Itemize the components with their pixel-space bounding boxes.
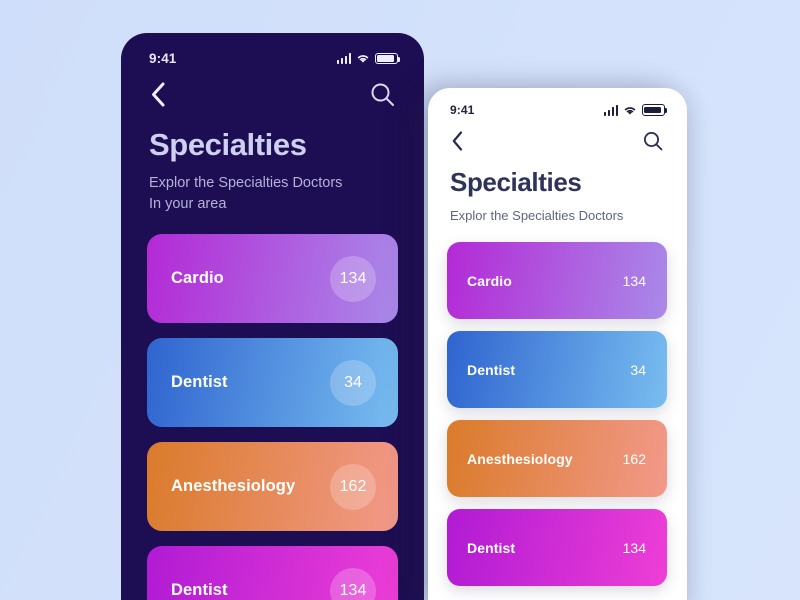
page-subtitle: Explor the Specialties Doctors bbox=[450, 208, 624, 223]
specialty-card[interactable]: Dentist 34 bbox=[447, 331, 667, 409]
specialty-name: Cardio bbox=[171, 269, 224, 288]
specialty-name: Dentist bbox=[467, 361, 516, 378]
specialty-count-badge: 134 bbox=[330, 255, 376, 302]
specialty-name: Dentist bbox=[171, 581, 228, 600]
specialty-card[interactable]: Dentist 134 bbox=[447, 509, 667, 587]
specialty-count-badge: 134 bbox=[330, 567, 376, 600]
phone-mockup-dark: 9:41 Specialties Explor the Specialties … bbox=[121, 33, 424, 600]
specialty-count-badge: 34 bbox=[330, 359, 376, 406]
specialty-name: Dentist bbox=[467, 539, 516, 556]
signal-bars-icon bbox=[336, 53, 351, 65]
specialty-count-badge: 162 bbox=[330, 463, 376, 510]
phone-mockup-light: 9:41 Specialties Explor the Specialties … bbox=[428, 88, 687, 600]
status-bar-clock: 9:41 bbox=[149, 51, 177, 66]
nav-bar bbox=[121, 67, 424, 113]
specialty-card-list: Cardio 134 Dentist 34 Anesthesiology 162… bbox=[121, 214, 424, 600]
specialty-count: 134 bbox=[622, 272, 646, 289]
status-bar-icons bbox=[336, 52, 401, 65]
battery-icon bbox=[642, 104, 668, 116]
specialty-name: Dentist bbox=[171, 373, 228, 392]
specialty-name: Anesthesiology bbox=[171, 477, 296, 496]
wifi-icon bbox=[623, 105, 637, 116]
specialty-name: Cardio bbox=[467, 272, 512, 289]
specialty-card[interactable]: Cardio 134 bbox=[147, 234, 398, 324]
specialty-card[interactable]: Cardio 134 bbox=[447, 242, 667, 320]
specialty-count: 162 bbox=[622, 450, 646, 467]
specialty-card[interactable]: Dentist 34 bbox=[147, 338, 398, 428]
status-bar: 9:41 bbox=[428, 88, 687, 118]
design-canvas: 9:41 Specialties Explor the Specialties … bbox=[0, 0, 800, 600]
page-title: Specialties bbox=[450, 167, 582, 197]
signal-bars-icon bbox=[603, 104, 618, 116]
page-subtitle: Explor the Specialties Doctors In your ar… bbox=[149, 175, 343, 212]
specialty-card[interactable]: Anesthesiology 162 bbox=[447, 420, 667, 498]
status-bar: 9:41 bbox=[121, 33, 424, 67]
status-bar-icons bbox=[603, 104, 668, 116]
specialty-card[interactable]: Dentist 134 bbox=[147, 546, 398, 600]
specialty-card-list: Cardio 134 Dentist 34 Anesthesiology 162… bbox=[428, 225, 687, 587]
wifi-icon bbox=[356, 53, 370, 64]
specialty-count: 134 bbox=[622, 539, 646, 556]
chevron-left-icon[interactable] bbox=[450, 130, 464, 157]
status-bar-clock: 9:41 bbox=[450, 103, 475, 117]
specialty-count: 34 bbox=[630, 361, 646, 378]
specialty-name: Anesthesiology bbox=[467, 450, 573, 467]
page-title: Specialties bbox=[149, 127, 307, 162]
nav-bar bbox=[428, 118, 687, 157]
search-icon[interactable] bbox=[369, 81, 396, 113]
specialty-card[interactable]: Anesthesiology 162 bbox=[147, 442, 398, 532]
chevron-left-icon[interactable] bbox=[149, 81, 166, 113]
search-icon[interactable] bbox=[642, 130, 664, 157]
battery-icon bbox=[375, 52, 401, 65]
